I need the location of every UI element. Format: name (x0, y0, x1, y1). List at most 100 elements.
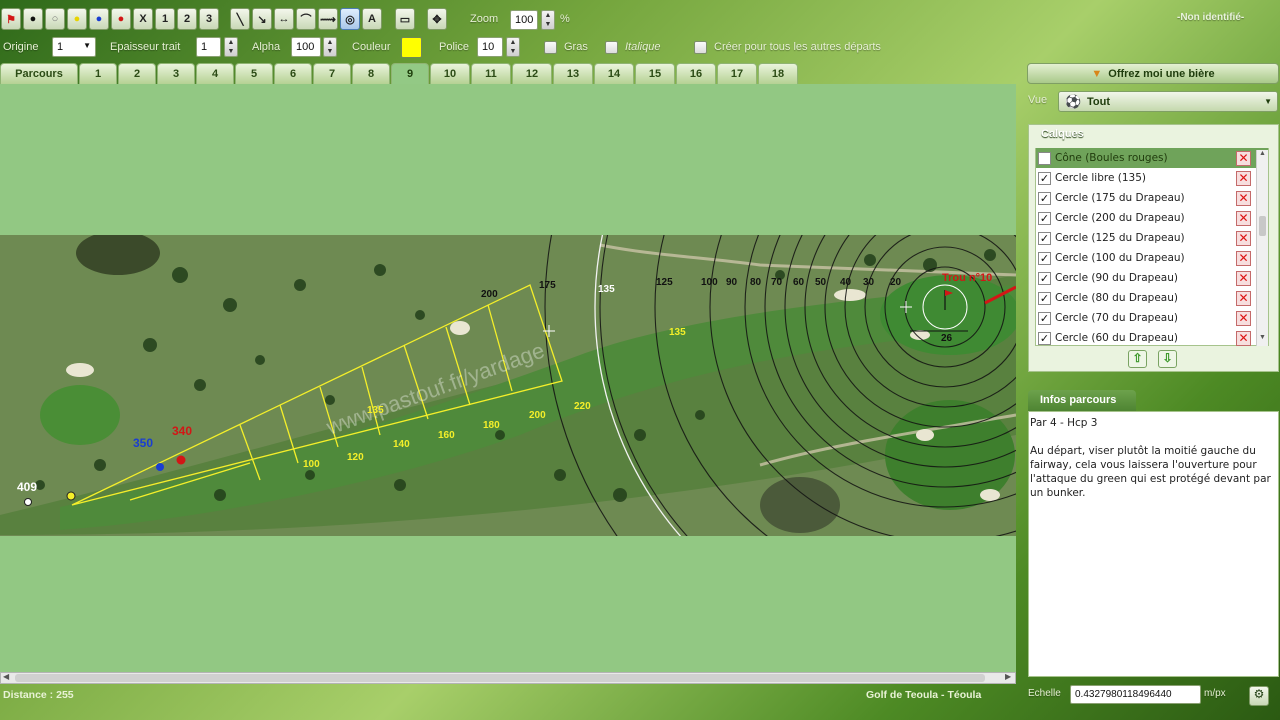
tab-hole-17[interactable]: 17 (717, 63, 757, 84)
tab-hole-16[interactable]: 16 (676, 63, 716, 84)
layer-item[interactable]: ✓ Cercle (60 du Drapeau) ✕ (1036, 328, 1268, 348)
layer-visibility-checkbox[interactable]: ✓ (1038, 171, 1051, 185)
scale-tool-icon[interactable]: ⚙ (1249, 686, 1269, 706)
layer-item[interactable]: ✓ Cercle libre (135) ✕ (1036, 168, 1268, 188)
all-tees-checkbox[interactable] (694, 41, 707, 54)
arrow-tool-icon[interactable]: ↘ (252, 8, 272, 30)
rectangle-tool-icon[interactable]: ▭ (395, 8, 415, 30)
layer-item[interactable]: ✓ Cercle (175 du Drapeau) ✕ (1036, 188, 1268, 208)
black-pin-icon[interactable]: ● (23, 8, 43, 30)
tab-course[interactable]: Parcours (0, 63, 78, 84)
blue-pin-icon[interactable]: ● (89, 8, 109, 30)
delete-layer-icon[interactable]: ✕ (1236, 291, 1251, 306)
layer-item[interactable]: Cône (Boules rouges) ✕ (1036, 148, 1268, 168)
delete-layer-icon[interactable]: ✕ (1236, 151, 1251, 166)
font-size-stepper[interactable]: ▲ ▼ (506, 37, 520, 57)
map-canvas[interactable]: www.pastouf.fr/yardage 409 350 340 Trou … (0, 84, 1016, 672)
delete-layer-icon[interactable]: ✕ (1236, 311, 1251, 326)
layer-item[interactable]: ✓ Cercle (125 du Drapeau) ✕ (1036, 228, 1268, 248)
layer-visibility-checkbox[interactable]: ✓ (1038, 331, 1051, 345)
donate-beer-button[interactable]: ▼ Offrez moi une bière (1027, 63, 1279, 84)
measure-tool-icon[interactable]: ↔ (274, 8, 294, 30)
layer-visibility-checkbox[interactable]: ✓ (1038, 271, 1051, 285)
line-tool-icon[interactable]: ╲ (230, 8, 250, 30)
tab-hole-3[interactable]: 3 (157, 63, 195, 84)
delete-layer-icon[interactable]: ✕ (1236, 271, 1251, 286)
origin-value: 1 (57, 41, 64, 53)
move-tool-icon[interactable]: ✥ (427, 8, 447, 30)
tee-2-icon[interactable]: 2 (177, 8, 197, 30)
alpha-stepper[interactable]: ▲ ▼ (323, 37, 337, 57)
red-flag-icon[interactable]: ⚑ (1, 8, 21, 30)
delete-layer-icon[interactable]: ✕ (1236, 171, 1251, 186)
tab-hole-14[interactable]: 14 (594, 63, 634, 84)
tab-hole-4[interactable]: 4 (196, 63, 234, 84)
layer-visibility-checkbox[interactable]: ✓ (1038, 251, 1051, 265)
tee-3-icon[interactable]: 3 (199, 8, 219, 30)
tab-hole-1[interactable]: 1 (79, 63, 117, 84)
tab-hole-6[interactable]: 6 (274, 63, 312, 84)
curve-tool-icon[interactable]: ⌒ (296, 8, 316, 30)
view-label: Vue (1028, 94, 1048, 106)
text-tool-icon[interactable]: A (362, 8, 382, 30)
alpha-input[interactable]: 100 (291, 37, 321, 57)
layer-item[interactable]: ✓ Cercle (90 du Drapeau) ✕ (1036, 268, 1268, 288)
tab-hole-10[interactable]: 10 (430, 63, 470, 84)
font-size-input[interactable]: 10 (477, 37, 503, 57)
tab-hole-7[interactable]: 7 (313, 63, 351, 84)
zoom-stepper[interactable]: ▲ ▼ (541, 10, 555, 30)
layers-scroll-thumb[interactable] (1259, 216, 1266, 236)
layer-visibility-checkbox[interactable]: ✓ (1038, 311, 1051, 325)
tee-x-icon[interactable]: X (133, 8, 153, 30)
thickness-stepper[interactable]: ▲ ▼ (224, 37, 238, 57)
origin-select[interactable]: 1 ▼ (52, 37, 96, 57)
tab-hole-15[interactable]: 15 (635, 63, 675, 84)
layer-visibility-checkbox[interactable]: ✓ (1038, 191, 1051, 205)
white-pin-icon[interactable]: ○ (45, 8, 65, 30)
layer-item[interactable]: ✓ Cercle (200 du Drapeau) ✕ (1036, 208, 1268, 228)
delete-layer-icon[interactable]: ✕ (1236, 231, 1251, 246)
scroll-thumb[interactable] (15, 674, 985, 682)
layer-visibility-checkbox[interactable]: ✓ (1038, 291, 1051, 305)
tab-hole-9[interactable]: 9 (391, 63, 429, 84)
red-pin-icon[interactable]: ● (111, 8, 131, 30)
tab-hole-12[interactable]: 12 (512, 63, 552, 84)
zoom-input[interactable]: 100 (510, 10, 538, 30)
tab-hole-5[interactable]: 5 (235, 63, 273, 84)
view-select[interactable]: ⚽ Tout ▼ (1058, 91, 1278, 112)
layer-visibility-checkbox[interactable]: ✓ (1038, 231, 1051, 245)
tab-hole-13[interactable]: 13 (553, 63, 593, 84)
tab-hole-2[interactable]: 2 (118, 63, 156, 84)
tab-hole-8[interactable]: 8 (352, 63, 390, 84)
scroll-up-icon[interactable]: ▲ (1259, 150, 1266, 157)
layer-item[interactable]: ✓ Cercle (80 du Drapeau) ✕ (1036, 288, 1268, 308)
scroll-down-icon[interactable]: ▼ (1259, 334, 1266, 341)
delete-layer-icon[interactable]: ✕ (1236, 251, 1251, 266)
yellow-pin-icon[interactable]: ● (67, 8, 87, 30)
italic-checkbox[interactable] (605, 41, 618, 54)
bold-checkbox[interactable] (544, 41, 557, 54)
move-layer-down-icon[interactable]: ⇩ (1158, 350, 1177, 368)
move-layer-up-icon[interactable]: ⇧ (1128, 350, 1147, 368)
layer-item[interactable]: ✓ Cercle (100 du Drapeau) ✕ (1036, 248, 1268, 268)
delete-layer-icon[interactable]: ✕ (1236, 211, 1251, 226)
delete-layer-icon[interactable]: ✕ (1236, 331, 1251, 346)
map-horizontal-scrollbar[interactable]: ◀ ▶ (0, 672, 1016, 684)
layer-visibility-checkbox[interactable]: ✓ (1038, 211, 1051, 225)
distance-tool-icon[interactable]: ⟿ (318, 8, 338, 30)
color-swatch[interactable] (401, 37, 422, 58)
target-distance-2: 135 (669, 327, 686, 338)
scroll-right-icon[interactable]: ▶ (1005, 672, 1011, 681)
delete-layer-icon[interactable]: ✕ (1236, 191, 1251, 206)
tab-hole-11[interactable]: 11 (471, 63, 511, 84)
layer-item[interactable]: ✓ Cercle (70 du Drapeau) ✕ (1036, 308, 1268, 328)
layer-visibility-checkbox[interactable] (1038, 151, 1051, 165)
tee-1-icon[interactable]: 1 (155, 8, 175, 30)
tab-hole-18[interactable]: 18 (758, 63, 798, 84)
scroll-left-icon[interactable]: ◀ (3, 672, 9, 681)
circle-tool-icon[interactable]: ◎ (340, 8, 360, 30)
thickness-input[interactable]: 1 (196, 37, 221, 57)
scale-input[interactable]: 0.4327980118496440 (1070, 685, 1201, 704)
layers-scrollbar[interactable]: ▲ ▼ (1256, 150, 1268, 346)
layer-label: Cercle libre (135) (1055, 172, 1146, 184)
